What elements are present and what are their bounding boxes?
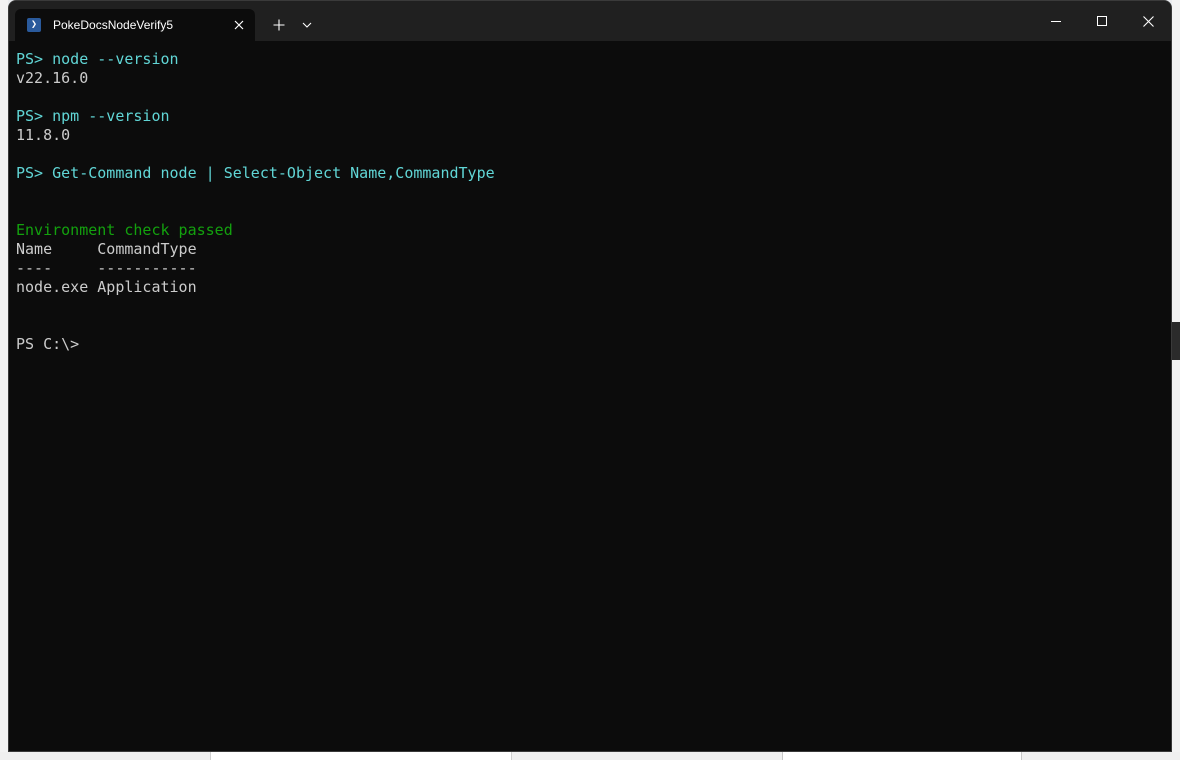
background-panel	[210, 752, 512, 760]
console-command-line: PS> node --version	[16, 50, 179, 68]
tab-title: PokeDocsNodeVerify5	[53, 18, 174, 32]
background-window-bottom	[0, 752, 1180, 760]
console-command-line: PS> Get-Command node | Select-Object Nam…	[16, 164, 495, 182]
console-success-line: Environment check passed	[16, 221, 233, 239]
powershell-icon: ❯	[27, 18, 41, 32]
close-icon	[234, 20, 244, 30]
console-output[interactable]: PS> node --version v22.16.0 PS> npm --ve…	[16, 50, 1156, 740]
title-bar[interactable]: ❯ PokeDocsNodeVerify5	[9, 1, 1171, 41]
terminal-window: ❯ PokeDocsNodeVerify5 PS> node --version…	[8, 0, 1172, 752]
maximize-icon	[1097, 16, 1107, 26]
console-output-line: v22.16.0	[16, 69, 89, 87]
console-prompt[interactable]: PS C:\>	[16, 335, 1156, 354]
close-window-button[interactable]	[1125, 1, 1171, 41]
close-icon	[1142, 15, 1154, 27]
background-window-right-dark	[1172, 322, 1180, 360]
minimize-button[interactable]	[1033, 1, 1079, 41]
console-table-separator: ---- -----------	[16, 259, 197, 277]
plus-icon	[273, 19, 285, 31]
minimize-icon	[1051, 21, 1061, 22]
tab-dropdown-button[interactable]	[295, 11, 319, 39]
maximize-button[interactable]	[1079, 1, 1125, 41]
background-window-right	[1172, 0, 1180, 760]
tab-close-button[interactable]	[225, 11, 253, 39]
new-tab-button[interactable]	[265, 11, 293, 39]
console-output-line: 11.8.0	[16, 126, 71, 144]
background-panel	[782, 752, 1022, 760]
background-window-left	[0, 0, 8, 760]
console-table-row: node.exe Application	[16, 278, 197, 296]
chevron-down-icon	[302, 22, 312, 28]
console-command-line: PS> npm --version	[16, 107, 170, 125]
terminal-tab[interactable]: ❯ PokeDocsNodeVerify5	[15, 9, 255, 41]
console-table-header: Name CommandType	[16, 240, 197, 258]
